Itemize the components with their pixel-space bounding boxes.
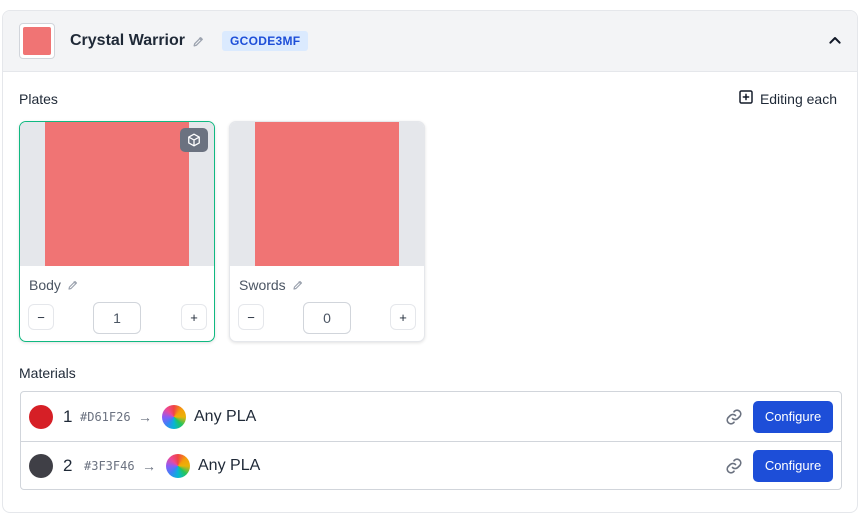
decrement-button[interactable]: − <box>238 304 264 330</box>
model-color-fill <box>23 27 51 55</box>
plate-name: Body <box>29 277 61 293</box>
quantity-input[interactable]: 0 <box>303 302 351 334</box>
material-color-dot <box>29 453 53 478</box>
plate-name-row: Swords <box>239 277 304 293</box>
plate-preview <box>230 122 424 266</box>
plate-preview-fill <box>255 122 399 266</box>
model-code-badge: GCODE3MF <box>222 31 309 51</box>
configure-button[interactable]: Configure <box>753 400 833 433</box>
model-card-header[interactable]: Crystal Warrior GCODE3MF <box>3 11 857 72</box>
plate-preview-fill <box>45 122 189 266</box>
plate-name-row: Body <box>29 277 79 293</box>
pencil-icon[interactable] <box>67 279 79 291</box>
plates-section-label: Plates <box>19 91 58 107</box>
increment-button[interactable]: + <box>181 304 207 330</box>
link-icon[interactable] <box>725 457 743 475</box>
arrow-right-icon: → <box>138 408 152 425</box>
material-color-dot <box>29 404 53 429</box>
configure-button[interactable]: Configure <box>753 449 833 482</box>
model-title: Crystal Warrior <box>70 32 185 49</box>
plus-square-icon <box>738 89 760 108</box>
material-hex: #D61F26 <box>80 409 131 424</box>
material-index: 1 <box>63 406 73 426</box>
materials-section-label: Materials <box>19 365 76 381</box>
arrow-right-icon: → <box>142 457 156 474</box>
material-row: 1 #D61F26 → Any PLA Configure <box>21 392 841 441</box>
material-row: 2 #3F3F46 → Any PLA Configure <box>21 441 841 489</box>
plate-card-body[interactable]: Body − 1 + <box>19 121 215 342</box>
material-target: Any PLA <box>194 407 257 425</box>
color-wheel-icon <box>166 453 190 478</box>
material-index: 2 <box>63 455 73 475</box>
quantity-input[interactable]: 1 <box>93 302 141 334</box>
editing-mode-toggle[interactable]: Editing each <box>738 89 837 108</box>
plate-card-swords[interactable]: Swords − 0 + <box>229 121 425 342</box>
cube-icon[interactable] <box>180 128 208 152</box>
plate-name: Swords <box>239 277 286 293</box>
color-wheel-icon <box>162 404 186 429</box>
model-card: Crystal Warrior GCODE3MF Plates Editing … <box>2 10 858 513</box>
editing-mode-label: Editing each <box>759 90 837 107</box>
plate-preview <box>20 122 214 266</box>
link-icon[interactable] <box>725 408 743 426</box>
decrement-button[interactable]: − <box>28 304 54 330</box>
pencil-icon[interactable] <box>192 35 205 48</box>
material-target: Any PLA <box>198 456 261 474</box>
materials-list: 1 #D61F26 → Any PLA Configure 2 #3F3F46 … <box>20 391 842 490</box>
material-hex: #3F3F46 <box>84 458 135 473</box>
pencil-icon[interactable] <box>292 279 304 291</box>
increment-button[interactable]: + <box>390 304 416 330</box>
model-color-swatch <box>19 23 55 59</box>
chevron-up-icon[interactable] <box>827 32 843 53</box>
